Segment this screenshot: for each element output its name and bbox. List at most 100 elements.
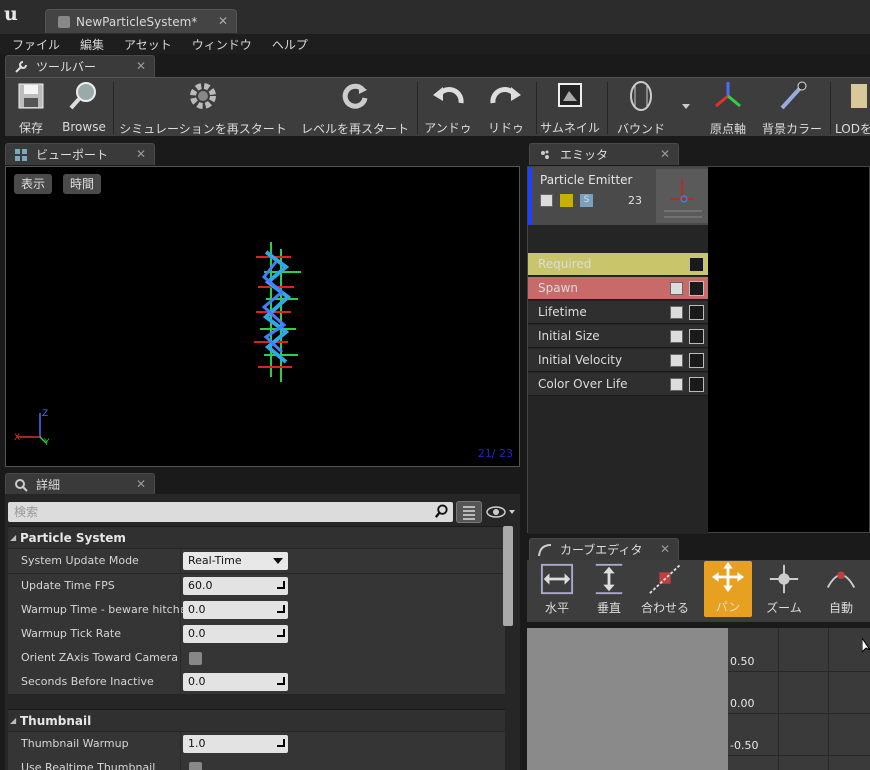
module-required[interactable]: Required (528, 253, 708, 276)
time-button[interactable]: 時間 (63, 174, 102, 194)
close-icon[interactable]: ✕ (660, 147, 670, 161)
curve-graph[interactable]: 0.50 0.00 -0.50 (527, 628, 870, 770)
module-initial-size[interactable]: Initial Size (528, 325, 708, 348)
fit-vertical-button[interactable]: 垂直 (585, 563, 633, 619)
category-thumbnail[interactable]: ◢ Thumbnail (8, 709, 505, 731)
dropdown-arrow-icon (273, 558, 283, 564)
emitter-tab-label: エミッタ (560, 148, 609, 162)
redo-button[interactable]: リドゥ (481, 80, 531, 136)
emitter-tab[interactable]: エミッタ ✕ (529, 143, 679, 165)
field-value: 1.0 (188, 737, 206, 750)
system-update-mode-select[interactable]: Real-Time (183, 552, 288, 570)
module-label: Lifetime (538, 305, 587, 319)
pan-button[interactable]: パン (704, 561, 752, 617)
module-enabled-checkbox[interactable] (670, 306, 683, 319)
solo-icon[interactable]: S (580, 194, 593, 207)
bounds-button[interactable]: バウンド (611, 80, 671, 136)
module-enabled-checkbox[interactable] (670, 354, 683, 367)
property-label: System Update Mode (21, 554, 139, 567)
menu-window[interactable]: ウィンドウ (192, 36, 252, 53)
property-row: Use Realtime Thumbnail (8, 756, 505, 770)
details-scrollbar[interactable] (503, 526, 513, 626)
thumbnail-warmup-field[interactable]: 1.0 (183, 735, 288, 753)
use-realtime-thumbnail-checkbox[interactable] (189, 762, 202, 770)
toolbar-tab[interactable]: ツールバー ✕ (5, 55, 155, 77)
graph-toggle-icon[interactable] (689, 257, 704, 272)
module-label: Color Over Life (538, 377, 628, 391)
restart-level-button[interactable]: レベルを再スタート (299, 80, 411, 136)
browse-button[interactable]: Browse (61, 80, 107, 136)
module-color-over-life[interactable]: Color Over Life (528, 373, 708, 396)
fit-button[interactable]: 合わせる (639, 563, 691, 619)
update-time-fps-field[interactable]: 60.0 (183, 577, 288, 595)
graph-toggle-icon[interactable] (689, 281, 704, 296)
view-options-button[interactable] (485, 502, 519, 522)
drag-handle-icon (277, 629, 285, 637)
render-mode-icon[interactable] (560, 194, 573, 207)
property-matrix-button[interactable] (456, 501, 482, 523)
warmup-tick-rate-field[interactable]: 0.0 (183, 625, 288, 643)
restart-simulation-button[interactable]: シミュレーションを再スタート (117, 80, 289, 136)
title-bar: u NewParticleSystem* ✕ (0, 0, 870, 34)
viewport-tab-label: ビューポート (36, 148, 109, 162)
curve-editor-toolbar: 水平 垂直 合わせる パン ズーム 自動 (527, 560, 870, 622)
module-initial-velocity[interactable]: Initial Velocity (528, 349, 708, 372)
emitter-header[interactable]: Particle Emitter S 23 (528, 167, 708, 225)
bounds-dropdown-arrow[interactable] (682, 104, 690, 109)
particle-counter: 21/ 23 (477, 447, 513, 460)
module-spawn[interactable]: Spawn (528, 277, 708, 300)
graph-toggle-icon[interactable] (689, 329, 704, 344)
viewport[interactable]: 表示 時間 Z X Y 21/ 23 (5, 166, 520, 467)
close-icon[interactable]: ✕ (660, 542, 670, 556)
module-enabled-checkbox[interactable] (670, 282, 683, 295)
close-icon[interactable]: ✕ (136, 147, 146, 161)
curve-editor-tab[interactable]: カーブエディタ ✕ (529, 538, 679, 560)
module-label: Spawn (538, 281, 579, 295)
viewport-tab[interactable]: ビューポート ✕ (5, 143, 155, 165)
unreal-logo-icon: u (4, 3, 18, 25)
document-tab[interactable]: NewParticleSystem* ✕ (45, 9, 237, 33)
show-button[interactable]: 表示 (14, 174, 53, 194)
menu-asset[interactable]: アセット (124, 36, 172, 53)
restart-level-icon (338, 80, 372, 112)
background-color-button[interactable]: 背景カラー (761, 80, 823, 136)
list-icon (463, 506, 475, 520)
close-icon[interactable]: ✕ (136, 59, 146, 73)
undo-button[interactable]: アンドゥ (421, 80, 475, 136)
close-icon[interactable]: ✕ (136, 477, 146, 491)
emitter-enabled-checkbox[interactable] (540, 194, 553, 207)
grid-line (728, 755, 870, 756)
close-icon[interactable]: ✕ (218, 14, 228, 28)
module-lifetime[interactable]: Lifetime (528, 301, 708, 324)
zoom-button[interactable]: ズーム (759, 563, 809, 619)
thumbnail-button[interactable]: サムネイル (539, 80, 601, 136)
wrench-icon (14, 60, 28, 74)
category-particle-system[interactable]: ◢ Particle System (8, 526, 505, 548)
graph-toggle-icon[interactable] (689, 377, 704, 392)
auto-button[interactable]: 自動 (817, 563, 865, 619)
zoom-icon (767, 563, 801, 595)
vertical-fit-icon (592, 563, 626, 595)
grid-line (828, 628, 829, 770)
orient-zaxis-checkbox[interactable] (189, 652, 202, 665)
particle-system-icon (58, 15, 70, 28)
details-tab[interactable]: 詳細 ✕ (5, 473, 155, 495)
search-input[interactable]: 検索 (8, 502, 453, 522)
lod-button[interactable]: LODを (835, 80, 870, 136)
warmup-time-field[interactable]: 0.0 (183, 601, 288, 619)
grid-line (728, 671, 870, 672)
module-enabled-checkbox[interactable] (670, 330, 683, 343)
graph-toggle-icon[interactable] (689, 353, 704, 368)
fit-icon (648, 563, 682, 595)
origin-axis-button[interactable]: 原点軸 (703, 80, 753, 136)
menu-edit[interactable]: 編集 (80, 36, 104, 53)
fit-horizontal-button[interactable]: 水平 (533, 563, 581, 619)
save-button[interactable]: 保存 (11, 80, 51, 136)
menu-help[interactable]: ヘルプ (272, 36, 308, 53)
seconds-before-inactive-field[interactable]: 0.0 (183, 673, 288, 691)
menu-file[interactable]: ファイル (12, 36, 60, 53)
module-enabled-checkbox[interactable] (670, 378, 683, 391)
property-label: Thumbnail Warmup (21, 737, 129, 750)
grid-line (728, 713, 870, 714)
graph-toggle-icon[interactable] (689, 305, 704, 320)
